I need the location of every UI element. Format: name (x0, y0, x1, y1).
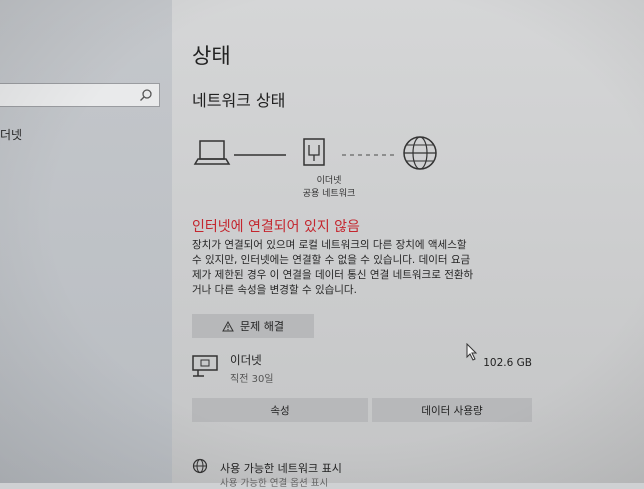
navigation-pane: 더넷 (0, 0, 172, 483)
description-line: 거나 다른 속성을 변경할 수 있습니다. (192, 284, 357, 296)
connection-usage-row: 이더넷 직전 30일 102.6 GB (192, 350, 532, 386)
search-icon[interactable] (139, 88, 153, 102)
data-usage-amount: 102.6 GB (483, 357, 532, 369)
description-line: 제가 제한된 경우 이 연결을 데이터 통신 연결 네트워크로 전환하 (192, 269, 474, 281)
settings-search-input[interactable] (0, 83, 160, 107)
pc-icon (193, 140, 231, 165)
description-line: 수 있지만, 인터넷에는 연결할 수 없을 수 있습니다. 데이터 요금 (192, 254, 471, 266)
ethernet-adapter-icon (303, 138, 325, 166)
page-title: 상태 (192, 44, 231, 68)
connection-status-description: 장치가 연결되어 있으며 로컬 네트워크의 다른 장치에 액세스할 수 있지만,… (192, 238, 532, 298)
connection-name: 이더넷 (230, 353, 262, 367)
show-available-networks-link[interactable]: 사용 가능한 네트워크 표시 사용 가능한 연결 옵션 표시 (192, 458, 492, 489)
adapter-name: 이더넷 (316, 176, 342, 186)
properties-button[interactable]: 속성 (192, 398, 368, 422)
connection-usage-period: 직전 30일 (230, 374, 274, 385)
globe-icon (403, 136, 437, 170)
ethernet-icon (192, 355, 218, 377)
adapter-caption: 이더넷 공용 네트워크 (284, 175, 374, 201)
description-line: 장치가 연결되어 있으며 로컬 네트워크의 다른 장치에 액세스할 (192, 239, 467, 251)
available-networks-subtext: 사용 가능한 연결 옵션 표시 (220, 478, 329, 489)
troubleshoot-label: 문제 해결 (240, 320, 284, 333)
status-page: 상태 네트워크 상태 이더넷 공용 네트워크 인터넷에 연결되어 있지 않음 장… (172, 0, 644, 489)
sidebar-item-ethernet[interactable]: 더넷 (0, 124, 168, 146)
section-title: 네트워크 상태 (192, 91, 286, 110)
data-usage-button[interactable]: 데이터 사용량 (372, 398, 532, 422)
adapter-network-type: 공용 네트워크 (302, 189, 356, 199)
sidebar-item-label: 더넷 (0, 128, 23, 142)
troubleshoot-button[interactable]: 문제 해결 (192, 314, 314, 338)
available-networks-label: 사용 가능한 네트워크 표시 (220, 462, 342, 475)
network-globe-icon (192, 458, 208, 474)
warning-icon (222, 320, 234, 331)
network-diagram: 이더넷 공용 네트워크 (192, 135, 452, 205)
connection-status-heading: 인터넷에 연결되어 있지 않음 (192, 219, 360, 235)
mouse-cursor-icon (466, 343, 478, 361)
